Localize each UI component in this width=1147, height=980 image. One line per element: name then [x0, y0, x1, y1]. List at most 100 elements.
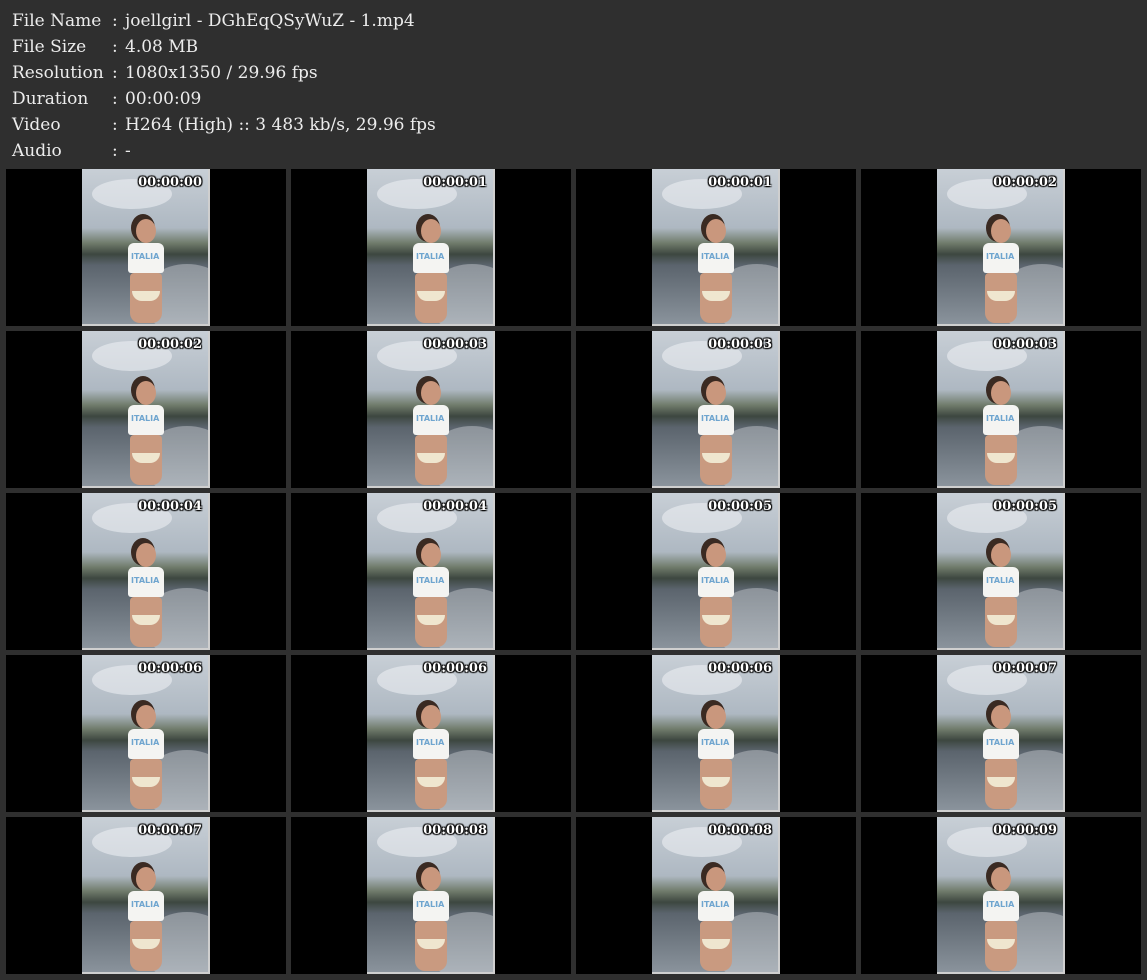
figure-head-shape — [136, 867, 156, 891]
meta-row-file-name: File Name : joellgirl - DGhEqQSyWuZ - 1.… — [12, 8, 1132, 34]
meta-separator: : — [112, 115, 118, 135]
figure-head-shape — [421, 381, 441, 405]
frame-timestamp: 00:00:08 — [423, 823, 487, 838]
frame-timestamp: 00:00:05 — [993, 499, 1057, 514]
figure-head-shape — [421, 543, 441, 567]
meta-row-video: Video : H264 (High) :: 3 483 kb/s, 29.96… — [12, 112, 1132, 138]
shirt-print-text: ITALIA — [131, 738, 160, 747]
meta-value: - — [125, 141, 131, 161]
meta-separator: : — [112, 63, 118, 83]
video-frame-thumbnail: ITALIA 00:00:01 — [652, 169, 780, 326]
video-frame-thumbnail: ITALIA 00:00:04 — [82, 493, 210, 650]
shirt-print-text: ITALIA — [986, 900, 1015, 909]
video-frame-thumbnail: ITALIA 00:00:07 — [937, 655, 1065, 812]
video-frame-thumbnail: ITALIA 00:00:09 — [937, 817, 1065, 974]
thumbnail-cell: ITALIA 00:00:04 — [291, 493, 571, 650]
shirt-print-text: ITALIA — [986, 738, 1015, 747]
figure-top-shape: ITALIA — [413, 243, 449, 273]
figure-head-shape — [706, 219, 726, 243]
thumbnail-cell: ITALIA 00:00:01 — [291, 169, 571, 326]
thumbnail-cell: ITALIA 00:00:03 — [861, 331, 1141, 488]
figure-top-shape: ITALIA — [413, 567, 449, 597]
frame-timestamp: 00:00:07 — [138, 823, 202, 838]
video-frame-thumbnail: ITALIA 00:00:02 — [82, 331, 210, 488]
shirt-print-text: ITALIA — [701, 900, 730, 909]
frame-timestamp: 00:00:00 — [138, 175, 202, 190]
frame-timestamp: 00:00:04 — [138, 499, 202, 514]
frame-timestamp: 00:00:03 — [993, 337, 1057, 352]
thumbnail-cell: ITALIA 00:00:03 — [576, 331, 856, 488]
figure-top-shape: ITALIA — [413, 891, 449, 921]
shirt-print-text: ITALIA — [131, 576, 160, 585]
meta-label: Video — [12, 115, 61, 135]
thumbnail-cell: ITALIA 00:00:09 — [861, 817, 1141, 974]
meta-label: File Name — [12, 11, 102, 31]
video-frame-thumbnail: ITALIA 00:00:03 — [937, 331, 1065, 488]
frame-timestamp: 00:00:02 — [993, 175, 1057, 190]
video-frame-thumbnail: ITALIA 00:00:08 — [652, 817, 780, 974]
shirt-print-text: ITALIA — [701, 576, 730, 585]
video-frame-thumbnail: ITALIA 00:00:06 — [367, 655, 495, 812]
shirt-print-text: ITALIA — [701, 414, 730, 423]
meta-label: File Size — [12, 37, 87, 57]
figure-head-shape — [991, 867, 1011, 891]
figure-head-shape — [991, 381, 1011, 405]
shirt-print-text: ITALIA — [986, 414, 1015, 423]
frame-timestamp: 00:00:08 — [708, 823, 772, 838]
figure-top-shape: ITALIA — [983, 405, 1019, 435]
shirt-print-text: ITALIA — [131, 414, 160, 423]
video-frame-thumbnail: ITALIA 00:00:08 — [367, 817, 495, 974]
thumbnail-cell: ITALIA 00:00:06 — [576, 655, 856, 812]
meta-value: 4.08 MB — [125, 37, 199, 57]
shirt-print-text: ITALIA — [131, 252, 160, 261]
figure-head-shape — [991, 219, 1011, 243]
video-frame-thumbnail: ITALIA 00:00:05 — [937, 493, 1065, 650]
thumbnail-cell: ITALIA 00:00:05 — [576, 493, 856, 650]
figure-top-shape: ITALIA — [128, 729, 164, 759]
figure-top-shape: ITALIA — [413, 405, 449, 435]
shirt-print-text: ITALIA — [416, 414, 445, 423]
figure-head-shape — [136, 219, 156, 243]
video-frame-thumbnail: ITALIA 00:00:03 — [652, 331, 780, 488]
figure-head-shape — [706, 543, 726, 567]
meta-row-file-size: File Size : 4.08 MB — [12, 34, 1132, 60]
meta-label: Resolution — [12, 63, 104, 83]
figure-head-shape — [706, 867, 726, 891]
thumbnail-cell: ITALIA 00:00:02 — [861, 169, 1141, 326]
thumbnail-cell: ITALIA 00:00:02 — [6, 331, 286, 488]
figure-top-shape: ITALIA — [983, 729, 1019, 759]
shirt-print-text: ITALIA — [986, 576, 1015, 585]
figure-top-shape: ITALIA — [698, 729, 734, 759]
figure-head-shape — [421, 219, 441, 243]
meta-separator: : — [112, 89, 118, 109]
video-frame-thumbnail: ITALIA 00:00:03 — [367, 331, 495, 488]
shirt-print-text: ITALIA — [416, 900, 445, 909]
figure-head-shape — [421, 867, 441, 891]
figure-top-shape: ITALIA — [128, 891, 164, 921]
frame-timestamp: 00:00:01 — [423, 175, 487, 190]
figure-top-shape: ITALIA — [698, 891, 734, 921]
file-info-header: File Name : joellgirl - DGhEqQSyWuZ - 1.… — [12, 8, 1132, 164]
meta-row-duration: Duration : 00:00:09 — [12, 86, 1132, 112]
frame-timestamp: 00:00:05 — [708, 499, 772, 514]
meta-separator: : — [112, 141, 118, 161]
thumbnail-cell: ITALIA 00:00:08 — [291, 817, 571, 974]
figure-head-shape — [991, 705, 1011, 729]
thumbnail-cell: ITALIA 00:00:04 — [6, 493, 286, 650]
figure-top-shape: ITALIA — [698, 567, 734, 597]
thumbnail-cell: ITALIA 00:00:03 — [291, 331, 571, 488]
figure-head-shape — [421, 705, 441, 729]
thumbnail-cell: ITALIA 00:00:08 — [576, 817, 856, 974]
meta-separator: : — [112, 37, 118, 57]
frame-timestamp: 00:00:04 — [423, 499, 487, 514]
frame-timestamp: 00:00:09 — [993, 823, 1057, 838]
shirt-print-text: ITALIA — [416, 576, 445, 585]
meta-value: H264 (High) :: 3 483 kb/s, 29.96 fps — [125, 115, 436, 135]
frame-timestamp: 00:00:06 — [708, 661, 772, 676]
thumbnail-cell: ITALIA 00:00:06 — [6, 655, 286, 812]
shirt-print-text: ITALIA — [416, 252, 445, 261]
figure-head-shape — [706, 381, 726, 405]
video-frame-thumbnail: ITALIA 00:00:06 — [82, 655, 210, 812]
meta-separator: : — [112, 11, 118, 31]
thumbnail-cell: ITALIA 00:00:07 — [861, 655, 1141, 812]
